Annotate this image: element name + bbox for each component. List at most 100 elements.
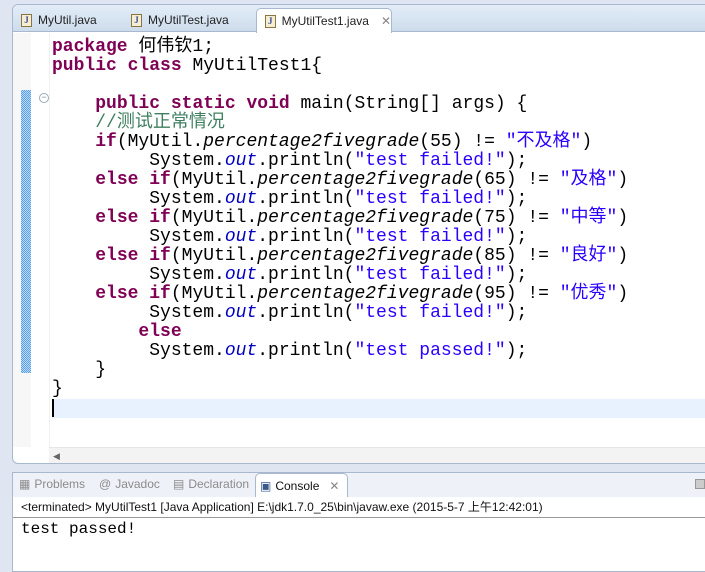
code-line: else bbox=[52, 323, 705, 342]
tab-declaration[interactable]: ▤ Declaration bbox=[173, 477, 249, 491]
code-line: System.out.println("test passed!"); bbox=[52, 342, 705, 361]
code-token: .println( bbox=[257, 227, 355, 247]
code-area[interactable]: package 何伟钦1; public class MyUtilTest1{ p… bbox=[52, 33, 705, 418]
code-token: (95) != bbox=[473, 284, 560, 304]
code-token: static bbox=[170, 94, 236, 114]
code-token: (MyUtil. bbox=[170, 208, 258, 228]
close-icon[interactable]: ✕ bbox=[381, 14, 391, 28]
code-token: } bbox=[52, 360, 107, 380]
declaration-icon: ▤ bbox=[173, 477, 185, 491]
code-token: ) bbox=[581, 132, 593, 152]
code-token: ); bbox=[505, 227, 528, 247]
fold-collapse-icon[interactable]: − bbox=[39, 93, 49, 103]
close-icon[interactable]: ✕ bbox=[329, 479, 339, 493]
editor: J MyUtil.java J MyUtilTest.java J MyUtilTes… bbox=[12, 4, 705, 464]
console-panel: ▦ Problems @ Javadoc ▤ Declaration ▣ Console… bbox=[12, 472, 705, 572]
at-icon: @ bbox=[99, 477, 112, 491]
minimize-button[interactable] bbox=[695, 479, 705, 489]
code-token: percentage2fivegrade bbox=[257, 246, 474, 266]
code-token: "中等" bbox=[559, 208, 618, 228]
code-token: (MyUtil. bbox=[170, 170, 258, 190]
code-token: else bbox=[95, 170, 139, 190]
code-line: } bbox=[52, 380, 705, 399]
current-line[interactable] bbox=[52, 399, 705, 418]
code-token: "不及格" bbox=[505, 132, 582, 152]
code-line: package 何伟钦1; bbox=[52, 38, 705, 57]
code-token: if bbox=[149, 170, 171, 190]
tab-problems[interactable]: ▦ Problems bbox=[19, 477, 85, 491]
code-token: public bbox=[52, 56, 117, 76]
code-token: "test failed!" bbox=[354, 151, 506, 171]
code-token: (85) != bbox=[473, 246, 560, 266]
tab-myutil[interactable]: J MyUtil.java bbox=[13, 8, 123, 32]
editor-tab-bar: J MyUtil.java J MyUtilTest.java J MyUtilTes… bbox=[13, 5, 705, 33]
code-token: ) bbox=[617, 208, 629, 228]
code-token: out bbox=[224, 227, 258, 247]
code-token: "优秀" bbox=[559, 284, 618, 304]
code-line: System.out.println("test failed!"); bbox=[52, 266, 705, 285]
code-token: else bbox=[95, 246, 139, 266]
code-token: System. bbox=[52, 227, 225, 247]
code-token: main(String[] args) { bbox=[289, 94, 528, 114]
code-token: percentage2fivegrade bbox=[257, 208, 474, 228]
tab-console[interactable]: ▣ Console ✕ bbox=[255, 473, 349, 497]
code-token: ); bbox=[505, 265, 528, 285]
code-token: .println( bbox=[257, 189, 355, 209]
code-token: System. bbox=[52, 265, 225, 285]
tab-myutiltest[interactable]: J MyUtilTest.java bbox=[123, 8, 258, 32]
tab-myutiltest1[interactable]: J MyUtilTest1.java ✕ bbox=[256, 8, 392, 33]
code-token: public bbox=[95, 94, 161, 114]
code-token: ) bbox=[617, 246, 629, 266]
java-file-icon: J bbox=[131, 13, 142, 27]
code-token: .println( bbox=[257, 265, 355, 285]
code-token: .println( bbox=[257, 151, 355, 171]
code-token: ) bbox=[617, 170, 629, 190]
code-line: System.out.println("test failed!"); bbox=[52, 152, 705, 171]
panel-tab-bar: ▦ Problems @ Javadoc ▤ Declaration ▣ Console… bbox=[13, 473, 705, 497]
code-token: //测试正常情况 bbox=[95, 113, 225, 133]
code-token: out bbox=[224, 303, 258, 323]
code-token: (75) != bbox=[473, 208, 560, 228]
code-token: System. bbox=[52, 151, 225, 171]
horizontal-scrollbar[interactable]: ◀ bbox=[49, 447, 705, 463]
code-token: ) bbox=[617, 284, 629, 304]
tab-javadoc[interactable]: @ Javadoc bbox=[99, 477, 160, 491]
code-token: percentage2fivegrade bbox=[257, 284, 474, 304]
console-output[interactable]: test passed! bbox=[13, 518, 705, 540]
code-line: public class MyUtilTest1{ bbox=[52, 57, 705, 76]
code-token: ); bbox=[505, 303, 528, 323]
code-token: out bbox=[224, 189, 258, 209]
code-token: if bbox=[149, 208, 171, 228]
code-token: (MyUtil. bbox=[170, 246, 258, 266]
code-token: .println( bbox=[257, 341, 355, 361]
java-file-icon: J bbox=[265, 14, 276, 28]
code-token: out bbox=[224, 151, 258, 171]
code-token: else bbox=[95, 284, 139, 304]
scroll-left-icon[interactable]: ◀ bbox=[53, 451, 60, 461]
code-token: System. bbox=[52, 189, 225, 209]
code-line: //测试正常情况 bbox=[52, 114, 705, 133]
console-icon: ▣ bbox=[260, 478, 272, 493]
code-token: "良好" bbox=[559, 246, 618, 266]
code-line: System.out.println("test failed!"); bbox=[52, 304, 705, 323]
code-line: else if(MyUtil.percentage2fivegrade(75) … bbox=[52, 209, 705, 228]
code-token: MyUtilTest1{ bbox=[181, 56, 323, 76]
console-status: <terminated> MyUtilTest1 [Java Applicati… bbox=[13, 497, 705, 518]
code-token: ); bbox=[505, 341, 528, 361]
code-token: else bbox=[95, 208, 139, 228]
code-token: percentage2fivegrade bbox=[257, 170, 474, 190]
code-line: System.out.println("test failed!"); bbox=[52, 228, 705, 247]
code-token: if bbox=[149, 246, 171, 266]
code-line: if(MyUtil.percentage2fivegrade(55) != "不… bbox=[52, 133, 705, 152]
code-line: else if(MyUtil.percentage2fivegrade(85) … bbox=[52, 247, 705, 266]
code-token: package bbox=[52, 37, 128, 57]
